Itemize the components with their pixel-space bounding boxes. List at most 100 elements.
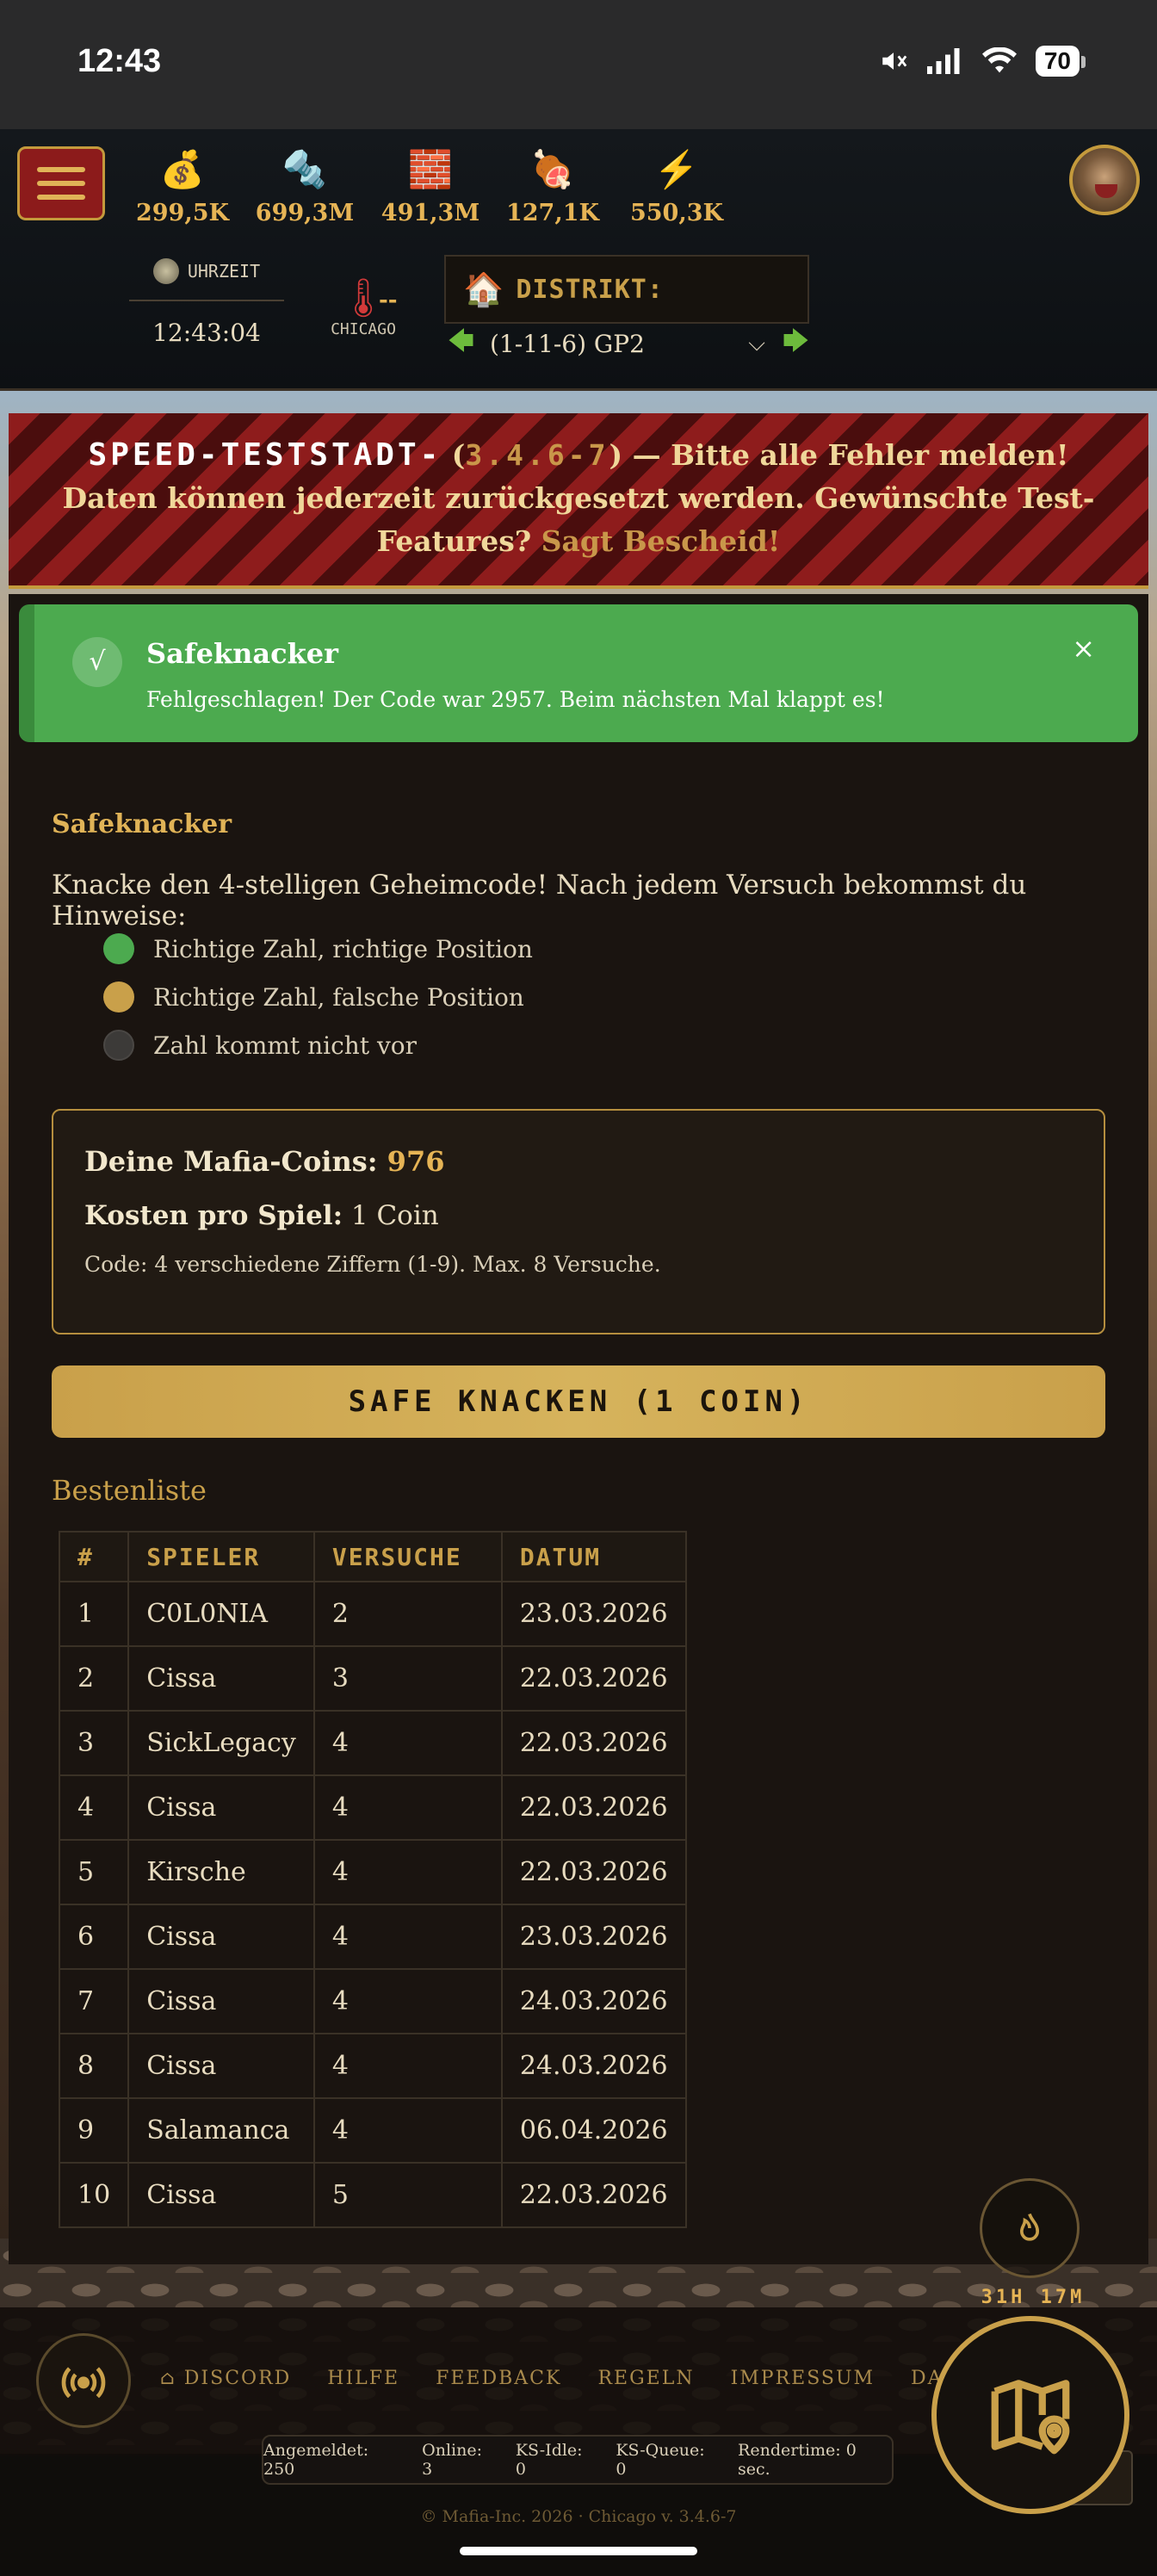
district-select[interactable]: 🡄 (1-11-6) GP2 ⌵ 🡆: [448, 324, 809, 363]
banner-feedback-link[interactable]: Sagt Bescheid!: [541, 524, 781, 558]
clock-divider: [129, 300, 284, 301]
stat-logged-in: Angemeldet: 250: [263, 2441, 369, 2479]
leaderboard-title: Bestenliste: [52, 1474, 207, 1507]
stat-ks-idle: KS-Idle: 0: [515, 2441, 583, 2479]
column-header: DATUM: [500, 1531, 687, 1582]
fire-button[interactable]: [980, 2178, 1080, 2278]
footer-link-discord[interactable]: ⌂ DISCORD: [160, 2368, 291, 2389]
coins-label: Deine Mafia-Coins:: [84, 1145, 378, 1178]
resource-money-value: 299,5K: [135, 200, 229, 226]
table-row: 8 Cissa 4 24.03.2026: [58, 2033, 687, 2099]
legend-item: Zahl kommt nicht vor: [103, 1021, 533, 1069]
column-header: #: [58, 1531, 130, 1582]
resource-energy[interactable]: ⚡ 550,3K: [616, 146, 737, 226]
status-bar: 12:43 70: [0, 0, 1157, 129]
arrow-left-icon[interactable]: 🡄: [448, 322, 474, 366]
wifi-icon: [981, 47, 1017, 73]
mute-icon: [882, 53, 907, 70]
chevron-down-icon[interactable]: ⌵: [748, 331, 765, 357]
game-title: Safeknacker: [52, 809, 232, 839]
weather-widget: 🌡 -- CHICAGO: [320, 276, 406, 338]
result-toast: √ Safeknacker Fehlgeschlagen! Der Code w…: [19, 604, 1138, 742]
menu-button[interactable]: [17, 146, 105, 220]
flame-icon: [1019, 2213, 1040, 2241]
toast-message: Fehlgeschlagen! Der Code war 2957. Beim …: [146, 687, 885, 712]
content-panel: √ Safeknacker Fehlgeschlagen! Der Code w…: [9, 594, 1148, 2264]
legend-item: Richtige Zahl, richtige Position: [103, 925, 533, 973]
test-server-banner: SPEED-TESTSTADT- (3.4.6-7) — Bitte alle …: [9, 413, 1148, 589]
battery-indicator: 70: [1035, 46, 1086, 77]
footer-link-hilfe[interactable]: HILFE: [327, 2368, 399, 2389]
resource-bolts-value: 699,3M: [255, 200, 355, 226]
district-label: DISTRIKT:: [516, 274, 664, 305]
game-intro: Knacke den 4-stelligen Geheimcode! Nach …: [52, 870, 1027, 932]
table-row: 7 Cissa 4 24.03.2026: [58, 1968, 687, 2034]
table-header-row: # SPIELER VERSUCHE DATUM: [58, 1531, 687, 1582]
bolt-nut-icon: 🔩: [282, 148, 328, 190]
stat-online: Online: 3: [422, 2441, 482, 2479]
leaderboard-table: # SPIELER VERSUCHE DATUM 1 C0L0NIA 2 23.03.…: [58, 1531, 687, 2228]
cost-value: 1 Coin: [350, 1200, 439, 1231]
footer-link-impressum[interactable]: IMPRESSUM: [731, 2368, 875, 2389]
footer-nav: ⌂ DISCORD HILFE FEEDBACK REGELN IMPRESSU…: [160, 2368, 1021, 2389]
green-dot-icon: [103, 933, 134, 964]
clock-icon: [152, 258, 179, 284]
brick-icon: 🧱: [407, 148, 454, 190]
check-icon: √: [72, 637, 122, 687]
money-bag-icon: 💰: [159, 148, 206, 190]
resource-bricks-value: 491,3M: [381, 200, 480, 226]
map-button[interactable]: [931, 2316, 1129, 2514]
house-icon: 🏠: [463, 269, 504, 308]
footer-link-feedback[interactable]: FEEDBACK: [436, 2368, 561, 2389]
clock-label: UHRZEIT: [187, 261, 261, 282]
hamburger-icon: [37, 167, 85, 172]
gold-dot-icon: [103, 981, 134, 1012]
cost-label: Kosten pro Spiel:: [84, 1200, 343, 1231]
game-header: 💰 299,5K 🔩 699,3M 🧱 491,3M 🍖 127,1K ⚡ 55…: [0, 129, 1157, 391]
close-icon[interactable]: ×: [1072, 632, 1095, 665]
column-header: SPIELER: [127, 1531, 315, 1582]
resource-money[interactable]: 💰 299,5K: [122, 146, 243, 226]
column-header: VERSUCHE: [312, 1531, 503, 1582]
status-time: 12:43: [77, 42, 162, 79]
radio-button[interactable]: [36, 2333, 131, 2428]
temperature-value: --: [379, 288, 398, 313]
arrow-right-icon[interactable]: 🡆: [783, 322, 809, 366]
copyright: © Mafia-Inc. 2026 · Chicago v. 3.4.6-7: [420, 2507, 737, 2526]
signal-icon: [926, 48, 960, 74]
city-name: CHICAGO: [331, 320, 396, 338]
toast-title: Safeknacker: [146, 637, 339, 670]
code-rules: Code: 4 verschiedene Ziffern (1-9). Max.…: [84, 1252, 661, 1277]
table-row: 1 C0L0NIA 2 23.03.2026: [58, 1581, 687, 1647]
map-pin-icon: [991, 2380, 1070, 2455]
stat-ks-queue: KS-Queue: 0: [616, 2441, 705, 2479]
resource-energy-value: 550,3K: [629, 200, 723, 226]
status-icons: 70: [879, 46, 1086, 84]
crack-safe-button[interactable]: SAFE KNACKEN (1 COIN): [52, 1365, 1105, 1438]
resource-bricks[interactable]: 🧱 491,3M: [370, 146, 491, 226]
stat-rendertime: Rendertime: 0 sec.: [738, 2441, 857, 2479]
resource-food[interactable]: 🍖 127,1K: [492, 146, 613, 226]
broadcast-icon: [61, 2367, 106, 2399]
banner-server-name: SPEED-TESTSTADT-: [88, 437, 442, 473]
banner-version: 3.4.6-7: [465, 438, 609, 472]
table-row: 6 Cissa 4 23.03.2026: [58, 1904, 687, 1970]
meat-icon: 🍖: [529, 148, 576, 190]
table-row: 3 SickLegacy 4 22.03.2026: [58, 1710, 687, 1776]
table-row: 10 Cissa 5 22.03.2026: [58, 2162, 687, 2228]
coin-info-box: Deine Mafia-Coins: 976 Kosten pro Spiel:…: [52, 1109, 1105, 1334]
resource-bolts[interactable]: 🔩 699,3M: [244, 146, 365, 226]
clock-widget: UHRZEIT 12:43:04: [129, 258, 284, 347]
resource-food-value: 127,1K: [505, 200, 599, 226]
clock-time: 12:43:04: [152, 319, 261, 347]
avatar[interactable]: [1069, 145, 1140, 215]
coins-value: 976: [387, 1145, 445, 1178]
legend-item: Richtige Zahl, falsche Position: [103, 973, 533, 1021]
server-stats: Angemeldet: 250 Online: 3 KS-Idle: 0 KS-…: [262, 2435, 894, 2485]
grey-dot-icon: [103, 1030, 134, 1061]
event-timer: 31H 17M: [981, 2287, 1086, 2308]
footer-link-regeln[interactable]: REGELN: [597, 2368, 694, 2389]
table-row: 5 Kirsche 4 22.03.2026: [58, 1839, 687, 1905]
discord-icon: ⌂: [160, 2368, 184, 2389]
district-value: (1-11-6) GP2: [490, 329, 645, 358]
